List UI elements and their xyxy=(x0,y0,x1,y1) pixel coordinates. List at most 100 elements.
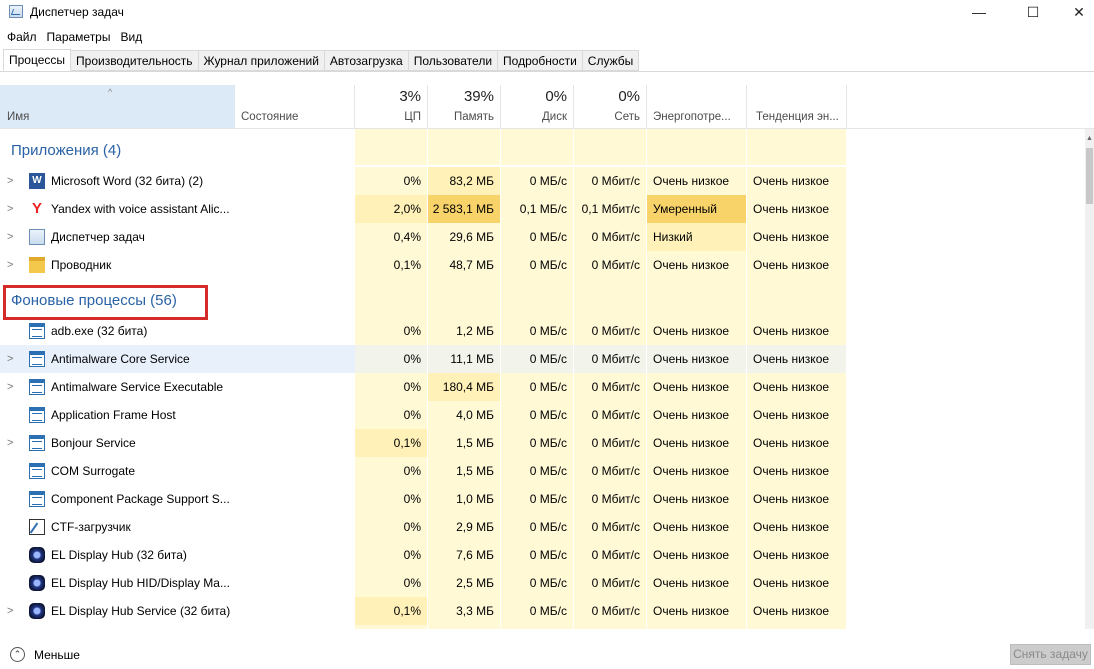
column-network[interactable]: 0% Сеть xyxy=(574,85,647,128)
column-memory[interactable]: 39% Память xyxy=(428,85,501,128)
memory-value: 11,1 МБ xyxy=(428,345,500,373)
process-name: EL Display Hub (32 бита) xyxy=(51,548,187,562)
maximize-button[interactable]: ☐ xyxy=(1010,0,1056,24)
power-value: Очень низкое xyxy=(647,401,746,429)
tab-performance[interactable]: Производительность xyxy=(71,50,199,71)
table-row[interactable]: > Y Yandex with voice assistant Alic... … xyxy=(0,195,1094,223)
window-icon xyxy=(29,379,45,395)
process-name: Диспетчер задач xyxy=(51,230,145,244)
power-trend-value: Очень низкое xyxy=(747,541,846,569)
disk-value: 0 МБ/с xyxy=(501,485,573,513)
table-row[interactable]: > Bonjour Service 0,1% 1,5 МБ 0 МБ/с 0 М… xyxy=(0,429,1094,457)
column-status[interactable]: Состояние xyxy=(235,85,355,128)
power-value: Очень низкое xyxy=(647,167,746,195)
power-trend-value: Очень низкое xyxy=(747,373,846,401)
power-value: Низкий xyxy=(647,223,746,251)
column-power-trend[interactable]: Тенденция эн... xyxy=(747,85,847,128)
expand-chevron-icon[interactable]: > xyxy=(7,195,19,223)
process-list: Приложения (4) > W Microsoft Word (32 би… xyxy=(0,129,1094,629)
expand-chevron-icon[interactable]: > xyxy=(7,597,19,625)
vertical-scrollbar[interactable]: ▲ xyxy=(1085,129,1094,629)
power-trend-value: Очень низкое xyxy=(747,401,846,429)
tab-app-history[interactable]: Журнал приложений xyxy=(198,50,325,71)
table-row[interactable]: Application Frame Host 0% 4,0 МБ 0 МБ/с … xyxy=(0,401,1094,429)
table-row[interactable]: > Проводник 0,1% 48,7 МБ 0 МБ/с 0 Мбит/с… xyxy=(0,251,1094,279)
table-row-hover[interactable]: > Antimalware Core Service xyxy=(0,345,355,373)
expand-chevron-icon[interactable]: > xyxy=(7,251,19,279)
tab-details[interactable]: Подробности xyxy=(498,50,583,71)
cpu-value: 0,4% xyxy=(355,223,427,251)
tab-startup[interactable]: Автозагрузка xyxy=(324,50,409,71)
tab-services[interactable]: Службы xyxy=(582,50,640,71)
disk-value: 0 МБ/с xyxy=(501,223,573,251)
cpu-total: 3% xyxy=(399,88,421,105)
cpu-value: 0% xyxy=(355,569,427,597)
tab-users[interactable]: Пользователи xyxy=(408,50,499,71)
table-row[interactable]: COM Surrogate 0% 1,5 МБ 0 МБ/с 0 Мбит/с … xyxy=(0,457,1094,485)
network-value: 0 Мбит/с xyxy=(574,541,646,569)
network-value: 0 Мбит/с xyxy=(574,485,646,513)
table-row-partial xyxy=(0,625,1094,629)
tab-strip: Процессы Производительность Журнал прило… xyxy=(3,49,640,71)
collapse-chevron-icon[interactable]: ⌃ xyxy=(10,647,25,662)
process-name: Antimalware Service Executable xyxy=(51,380,224,394)
power-value: Очень низкое xyxy=(647,251,746,279)
cpu-value: 0% xyxy=(355,373,427,401)
scroll-up-icon[interactable]: ▲ xyxy=(1085,135,1094,142)
expand-chevron-icon[interactable]: > xyxy=(7,373,19,401)
fewer-details-link[interactable]: Меньше xyxy=(34,648,80,662)
group-apps-label: Приложения (4) xyxy=(11,142,122,159)
column-power-usage[interactable]: Энергопотре... xyxy=(647,85,747,128)
power-trend-value: Очень низкое xyxy=(747,513,846,541)
disk-value: 0 МБ/с xyxy=(501,317,573,345)
column-disk[interactable]: 0% Диск xyxy=(501,85,574,128)
process-name: Bonjour Service xyxy=(51,436,136,450)
menu-file[interactable]: Файл xyxy=(0,27,42,47)
column-memory-label: Память xyxy=(453,111,494,123)
column-power-label: Энергопотре... xyxy=(653,111,731,123)
menu-view[interactable]: Вид xyxy=(115,27,147,47)
network-total: 0% xyxy=(618,88,640,105)
highlight-box xyxy=(3,285,208,320)
table-row[interactable]: EL Display Hub HID/Display Ma... 0% 2,5 … xyxy=(0,569,1094,597)
table-row[interactable]: > Antimalware Service Executable 0% 180,… xyxy=(0,373,1094,401)
column-cpu[interactable]: 3% ЦП xyxy=(355,85,428,128)
table-row[interactable]: Component Package Support S... 0% 1,0 МБ… xyxy=(0,485,1094,513)
expand-chevron-icon[interactable]: > xyxy=(7,223,19,251)
network-value: 0 Мбит/с xyxy=(574,597,646,625)
process-name: Application Frame Host xyxy=(51,408,176,422)
task-manager-icon xyxy=(9,5,23,18)
table-row[interactable]: adb.exe (32 бита) 0% 1,2 МБ 0 МБ/с 0 Мби… xyxy=(0,317,1094,345)
table-row[interactable]: > W Microsoft Word (32 бита) (2) 0% 83,2… xyxy=(0,167,1094,195)
window-icon xyxy=(29,435,45,451)
network-value: 0 Мбит/с xyxy=(574,569,646,597)
table-row[interactable]: > Диспетчер задач 0,4% 29,6 МБ 0 МБ/с 0 … xyxy=(0,223,1094,251)
scrollbar-thumb[interactable] xyxy=(1086,148,1093,204)
window-icon xyxy=(29,463,45,479)
table-row[interactable]: EL Display Hub (32 бита) 0% 7,6 МБ 0 МБ/… xyxy=(0,541,1094,569)
end-task-button[interactable]: Снять задачу xyxy=(1010,644,1091,665)
expand-chevron-icon[interactable]: > xyxy=(7,429,19,457)
column-name[interactable]: ^ Имя xyxy=(0,85,235,128)
network-value: 0 Мбит/с xyxy=(574,223,646,251)
network-value: 0 Мбит/с xyxy=(574,401,646,429)
expand-chevron-icon[interactable]: > xyxy=(7,167,19,195)
group-header-apps[interactable]: Приложения (4) xyxy=(0,129,1094,165)
expand-chevron-icon[interactable]: > xyxy=(7,345,19,373)
window-icon xyxy=(29,491,45,507)
network-value: 0 Мбит/с xyxy=(574,345,646,373)
column-cpu-label: ЦП xyxy=(404,111,421,123)
memory-value: 83,2 МБ xyxy=(428,167,500,195)
process-name: Antimalware Core Service xyxy=(51,352,190,366)
disk-value: 0 МБ/с xyxy=(501,345,573,373)
close-button[interactable]: ✕ xyxy=(1056,0,1094,24)
disk-value: 0 МБ/с xyxy=(501,401,573,429)
process-name: CTF-загрузчик xyxy=(51,520,131,534)
ctf-loader-icon xyxy=(29,519,45,535)
network-value: 0 Мбит/с xyxy=(574,251,646,279)
table-row[interactable]: CTF-загрузчик 0% 2,9 МБ 0 МБ/с 0 Мбит/с … xyxy=(0,513,1094,541)
menu-options[interactable]: Параметры xyxy=(42,27,116,47)
minimize-button[interactable]: — xyxy=(956,0,1002,24)
tab-processes[interactable]: Процессы xyxy=(3,49,72,71)
table-row[interactable]: > EL Display Hub Service (32 бита) 0,1% … xyxy=(0,597,1094,625)
